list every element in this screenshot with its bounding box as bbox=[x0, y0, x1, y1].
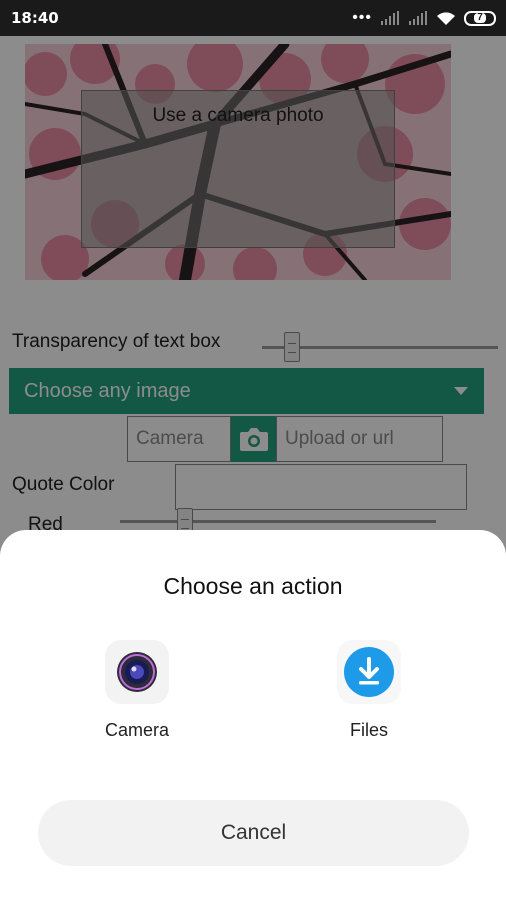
download-files-icon bbox=[344, 647, 394, 697]
camera-action-label: Camera bbox=[104, 720, 170, 740]
action-sheet: Choose an action Camera Files Cancel bbox=[0, 530, 506, 900]
wifi-icon bbox=[437, 11, 455, 25]
status-icons: ••• 7 bbox=[352, 9, 496, 27]
files-action[interactable]: Files bbox=[299, 640, 439, 750]
signal-icon bbox=[381, 11, 399, 25]
status-bar: 18:40 ••• 7 bbox=[0, 0, 506, 36]
files-app-icon bbox=[337, 640, 401, 704]
more-notifications-icon: ••• bbox=[352, 9, 372, 26]
battery-icon: 7 bbox=[464, 10, 496, 26]
sheet-title: Choose an action bbox=[163, 573, 343, 599]
signal-icon-2 bbox=[409, 11, 427, 25]
camera-action[interactable]: Camera bbox=[67, 640, 207, 750]
battery-level: 7 bbox=[474, 13, 486, 23]
cancel-button[interactable]: Cancel bbox=[38, 800, 469, 866]
files-action-label: Files bbox=[349, 720, 388, 740]
camera-app-icon bbox=[105, 640, 169, 704]
status-time: 18:40 bbox=[11, 9, 59, 27]
